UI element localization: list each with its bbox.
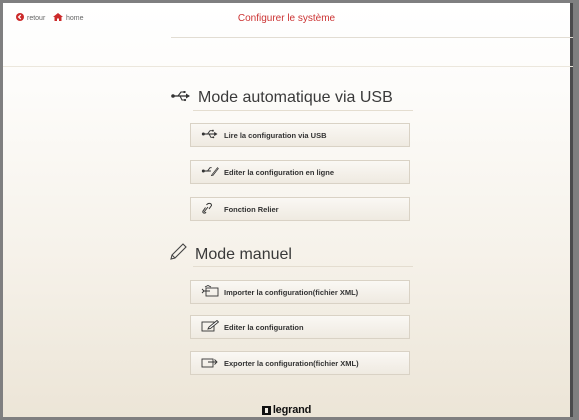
- edit-config-label: Editer la configuration: [224, 322, 304, 332]
- usb-icon: [171, 89, 191, 107]
- export-config-xml-label: Exporter la configuration(fichier XML): [224, 358, 359, 368]
- edit-config-online-label: Editer la configuration en ligne: [224, 167, 335, 177]
- legrand-logo: legrand: [3, 404, 570, 416]
- import-config-xml-button[interactable]: Importer la configuration(fichier XML): [190, 280, 410, 304]
- app-window: retour home Configurer le système Mode a…: [3, 3, 573, 417]
- export-icon: [201, 356, 219, 370]
- page-title: Configurer le système: [237, 13, 336, 24]
- header: retour home Configurer le système: [3, 3, 570, 39]
- usb-section-divider: [193, 110, 413, 111]
- link-function-button[interactable]: Fonction Relier: [190, 197, 410, 221]
- import-icon: [201, 284, 219, 299]
- manual-section-divider: [193, 266, 413, 267]
- edit-config-button[interactable]: Editer la configuration: [190, 315, 410, 339]
- usb-section-title: Mode automatique via USB: [171, 89, 393, 107]
- link-icon: [201, 202, 219, 216]
- usb-edit-icon: [201, 166, 219, 178]
- read-config-usb-label: Lire la configuration via USB: [224, 130, 327, 140]
- export-config-xml-button[interactable]: Exporter la configuration(fichier XML): [190, 351, 410, 375]
- pencil-icon: [168, 243, 188, 266]
- brand-name: legrand: [272, 404, 312, 416]
- read-config-usb-button[interactable]: Lire la configuration via USB: [190, 123, 410, 147]
- link-function-label: Fonction Relier: [224, 204, 279, 214]
- header-divider: [171, 37, 573, 38]
- edit-config-online-button[interactable]: Editer la configuration en ligne: [190, 160, 410, 184]
- manual-section-title: Mode manuel: [168, 243, 292, 266]
- content-divider: [3, 66, 573, 67]
- usb-section-label: Mode automatique via USB: [198, 89, 393, 106]
- edit-icon: [201, 319, 220, 334]
- usb-icon: [201, 129, 219, 141]
- manual-section-label: Mode manuel: [195, 245, 292, 263]
- legrand-logo-mark: [261, 405, 271, 415]
- import-config-xml-label: Importer la configuration(fichier XML): [224, 287, 359, 297]
